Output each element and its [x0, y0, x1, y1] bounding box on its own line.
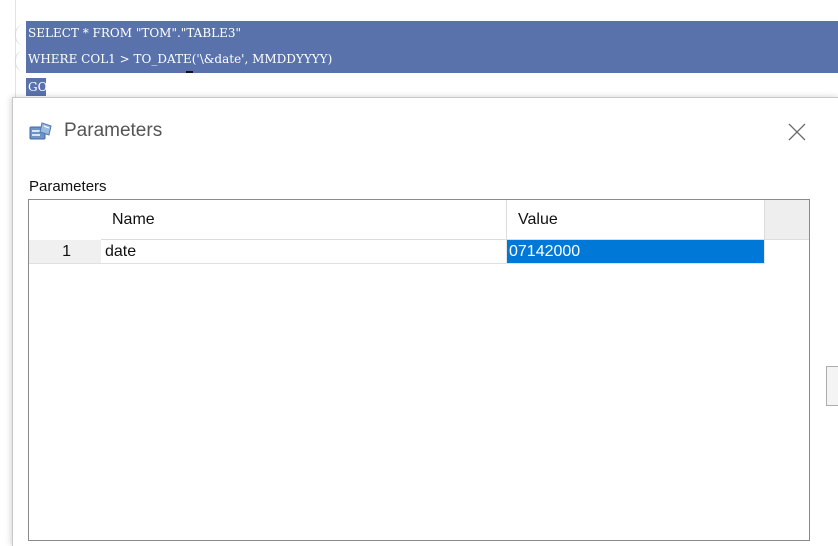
- dialog-title: Parameters: [64, 120, 163, 141]
- parameters-dialog: Parameters Parameters Name Value 1 date …: [12, 97, 838, 546]
- parameters-grid[interactable]: Name Value 1 date 07142000: [28, 199, 810, 541]
- grid-header: Name Value: [29, 200, 809, 241]
- header-filler: [765, 200, 809, 240]
- code-line-2[interactable]: WHERE COL1 > TO_DATE('\&date', MMDDYYYY): [28, 50, 332, 68]
- fold-marker[interactable]: [15, 24, 26, 46]
- column-header-value[interactable]: Value: [507, 200, 765, 240]
- column-header-name[interactable]: Name: [101, 200, 507, 240]
- parameters-icon: [29, 122, 53, 142]
- close-icon: [788, 123, 806, 141]
- grid-corner-header[interactable]: [29, 200, 101, 241]
- parameters-group-label: Parameters: [29, 178, 107, 195]
- text-caret: [186, 71, 193, 73]
- close-button[interactable]: [779, 114, 815, 150]
- cell-name[interactable]: date: [101, 240, 507, 264]
- dialog-title-bar[interactable]: Parameters: [13, 98, 838, 164]
- cell-value-editor[interactable]: 07142000: [507, 240, 765, 264]
- fold-marker[interactable]: [15, 50, 26, 72]
- background-button-edge[interactable]: [826, 366, 838, 406]
- row-number[interactable]: 1: [29, 240, 101, 264]
- code-line-3[interactable]: GO: [28, 78, 47, 96]
- code-line-1[interactable]: SELECT * FROM "TOM"."TABLE3": [28, 24, 241, 42]
- table-row[interactable]: 1 date 07142000: [29, 240, 809, 264]
- sql-editor[interactable]: SELECT * FROM "TOM"."TABLE3" WHERE COL1 …: [0, 0, 838, 110]
